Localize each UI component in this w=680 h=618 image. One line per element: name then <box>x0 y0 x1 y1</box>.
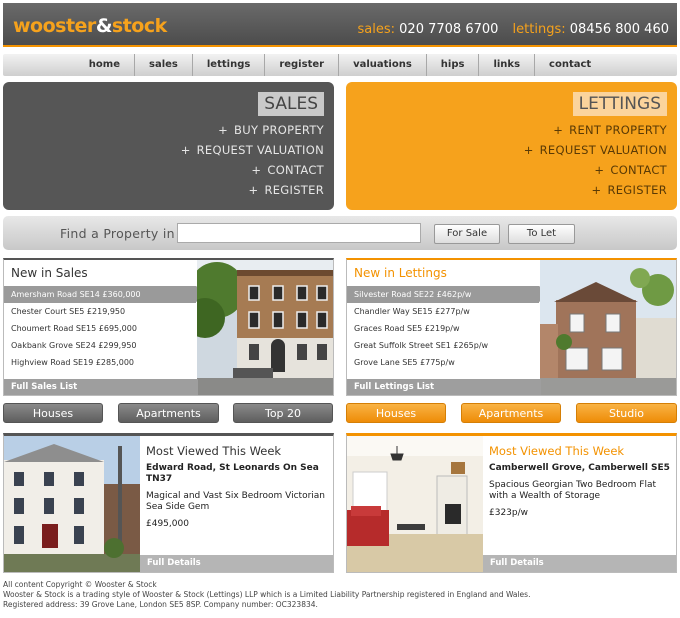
new-sales-list: Amersham Road SE14 £360,000 Chester Cour… <box>4 286 208 371</box>
main-nav: home sales lettings register valuations … <box>3 54 677 76</box>
plus-icon: + <box>553 123 564 137</box>
most-viewed-lettings: Most Viewed This Week Camberwell Grove, … <box>346 433 677 573</box>
full-sales-list-link[interactable]: Full Sales List <box>4 379 198 395</box>
list-item[interactable]: Chandler Way SE15 £277p/w <box>347 303 539 320</box>
new-in-sales: New in Sales Amersham Road SE14 £360,000… <box>3 258 334 396</box>
site-header: wooster&stock sales: 020 7708 6700 letti… <box>3 3 677 47</box>
link-label: REQUEST VALUATION <box>196 143 324 157</box>
property-description: Magical and Vast Six Bedroom Victorian S… <box>146 491 325 512</box>
list-item[interactable]: Oakbank Grove SE24 £299,950 <box>4 337 196 354</box>
sales-phone-number: 020 7708 6700 <box>399 22 499 37</box>
logo-text-2: stock <box>111 15 167 37</box>
nav-home[interactable]: home <box>75 54 135 76</box>
full-details-link[interactable]: Full Details <box>483 555 676 572</box>
property-price: £323p/w <box>489 508 529 518</box>
link-label: REGISTER <box>264 183 324 197</box>
list-item[interactable]: Choumert Road SE15 £695,000 <box>4 320 196 337</box>
plus-icon: + <box>591 183 602 197</box>
sales-phone-label: sales: <box>357 22 396 37</box>
lettings-panel-title: LETTINGS <box>572 92 667 116</box>
link-buy-property[interactable]: + BUY PROPERTY <box>181 123 324 143</box>
plus-icon: + <box>594 163 605 177</box>
link-request-valuation[interactable]: + REQUEST VALUATION <box>524 143 667 163</box>
logo-ampersand: & <box>95 15 113 37</box>
legal-text: Wooster & Stock is a trading style of Wo… <box>3 590 531 609</box>
link-label: CONTACT <box>610 163 667 177</box>
most-viewed-lettings-details: Most Viewed This Week Camberwell Grove, … <box>489 444 674 518</box>
sales-panel: SALES + BUY PROPERTY + REQUEST VALUATION +… <box>3 82 334 210</box>
lettings-links: + RENT PROPERTY + REQUEST VALUATION + CONTA… <box>524 123 667 203</box>
new-lettings-list: Silvester Road SE22 £462p/w Chandler Way… <box>347 286 551 371</box>
search-label: Find a Property in <box>60 226 175 241</box>
link-rent-property[interactable]: + RENT PROPERTY <box>524 123 667 143</box>
plus-icon: + <box>251 163 262 177</box>
link-contact[interactable]: + CONTACT <box>524 163 667 183</box>
search-input[interactable] <box>177 223 421 243</box>
new-in-sales-title: New in Sales <box>11 266 88 280</box>
nav-sales[interactable]: sales <box>135 54 193 76</box>
nav-hips[interactable]: hips <box>427 54 480 76</box>
site-logo[interactable]: wooster&stock <box>13 15 167 37</box>
sales-property-photo[interactable] <box>197 260 333 395</box>
nav-valuations[interactable]: valuations <box>339 54 427 76</box>
link-request-valuation[interactable]: + REQUEST VALUATION <box>181 143 324 163</box>
list-item[interactable]: Amersham Road SE14 £360,000 <box>4 286 208 303</box>
full-details-link[interactable]: Full Details <box>140 555 333 572</box>
most-viewed-lettings-photo[interactable] <box>347 436 483 572</box>
link-register[interactable]: + REGISTER <box>524 183 667 203</box>
link-label: REQUEST VALUATION <box>539 143 667 157</box>
most-viewed-sales: Most Viewed This Week Edward Road, St Le… <box>3 433 334 573</box>
lettings-phone-label: lettings: <box>512 22 566 37</box>
nav-lettings[interactable]: lettings <box>193 54 266 76</box>
nav-contact[interactable]: contact <box>535 54 605 76</box>
nav-links[interactable]: links <box>479 54 536 76</box>
property-description: Spacious Georgian Two Bedroom Flat with … <box>489 480 657 501</box>
new-in-lettings: New in Lettings Silvester Road SE22 £462… <box>346 258 677 396</box>
list-item[interactable]: Great Suffolk Street SE1 £265p/w <box>347 337 539 354</box>
plus-icon: + <box>523 143 534 157</box>
lettings-panel: LETTINGS + RENT PROPERTY + REQUEST VALUATI… <box>346 82 677 210</box>
link-label: CONTACT <box>267 163 324 177</box>
most-viewed-heading: Most Viewed This Week <box>489 444 625 458</box>
property-search: Find a Property in For Sale To Let <box>3 216 677 250</box>
most-viewed-heading: Most Viewed This Week <box>146 444 282 458</box>
plus-icon: + <box>218 123 229 137</box>
lettings-property-photo[interactable] <box>540 260 676 395</box>
sales-top20-button[interactable]: Top 20 <box>233 403 333 423</box>
logo-text: wooster <box>13 15 96 37</box>
most-viewed-sales-photo[interactable] <box>4 436 140 572</box>
nav-register[interactable]: register <box>265 54 340 76</box>
list-item[interactable]: Silvester Road SE22 £462p/w <box>347 286 551 303</box>
link-contact[interactable]: + CONTACT <box>181 163 324 183</box>
list-item[interactable]: Highview Road SE19 £285,000 <box>4 354 196 371</box>
link-label: RENT PROPERTY <box>569 123 667 137</box>
list-item[interactable]: Chester Court SE5 £219,950 <box>4 303 196 320</box>
list-item[interactable]: Grove Lane SE5 £775p/w <box>347 354 539 371</box>
property-address[interactable]: Edward Road, St Leonards On Sea TN37 <box>146 463 331 485</box>
most-viewed-sales-details: Most Viewed This Week Edward Road, St Le… <box>146 444 331 529</box>
link-register[interactable]: + REGISTER <box>181 183 324 203</box>
sales-houses-button[interactable]: Houses <box>3 403 103 423</box>
link-label: BUY PROPERTY <box>234 123 324 137</box>
property-price: £495,000 <box>146 519 189 529</box>
to-let-button[interactable]: To Let <box>508 224 575 244</box>
copyright-text: All content Copyright © Wooster & Stock <box>3 580 157 589</box>
for-sale-button[interactable]: For Sale <box>434 224 500 244</box>
link-label: REGISTER <box>607 183 667 197</box>
sales-links: + BUY PROPERTY + REQUEST VALUATION + CONTAC… <box>181 123 324 203</box>
sales-panel-title: SALES <box>258 92 324 116</box>
lettings-phone-number: 08456 800 460 <box>569 22 669 37</box>
sales-apartments-button[interactable]: Apartments <box>118 403 219 423</box>
phone-numbers: sales: 020 7708 6700 lettings: 08456 800… <box>358 22 670 37</box>
plus-icon: + <box>180 143 191 157</box>
new-in-lettings-title: New in Lettings <box>354 266 447 280</box>
lettings-apartments-button[interactable]: Apartments <box>461 403 561 423</box>
property-address[interactable]: Camberwell Grove, Camberwell SE5 <box>489 463 674 474</box>
site-footer: All content Copyright © Wooster & Stock … <box>3 580 543 610</box>
lettings-houses-button[interactable]: Houses <box>346 403 446 423</box>
lettings-studio-button[interactable]: Studio <box>576 403 677 423</box>
list-item[interactable]: Graces Road SE5 £219p/w <box>347 320 539 337</box>
full-lettings-list-link[interactable]: Full Lettings List <box>347 379 541 395</box>
plus-icon: + <box>248 183 259 197</box>
